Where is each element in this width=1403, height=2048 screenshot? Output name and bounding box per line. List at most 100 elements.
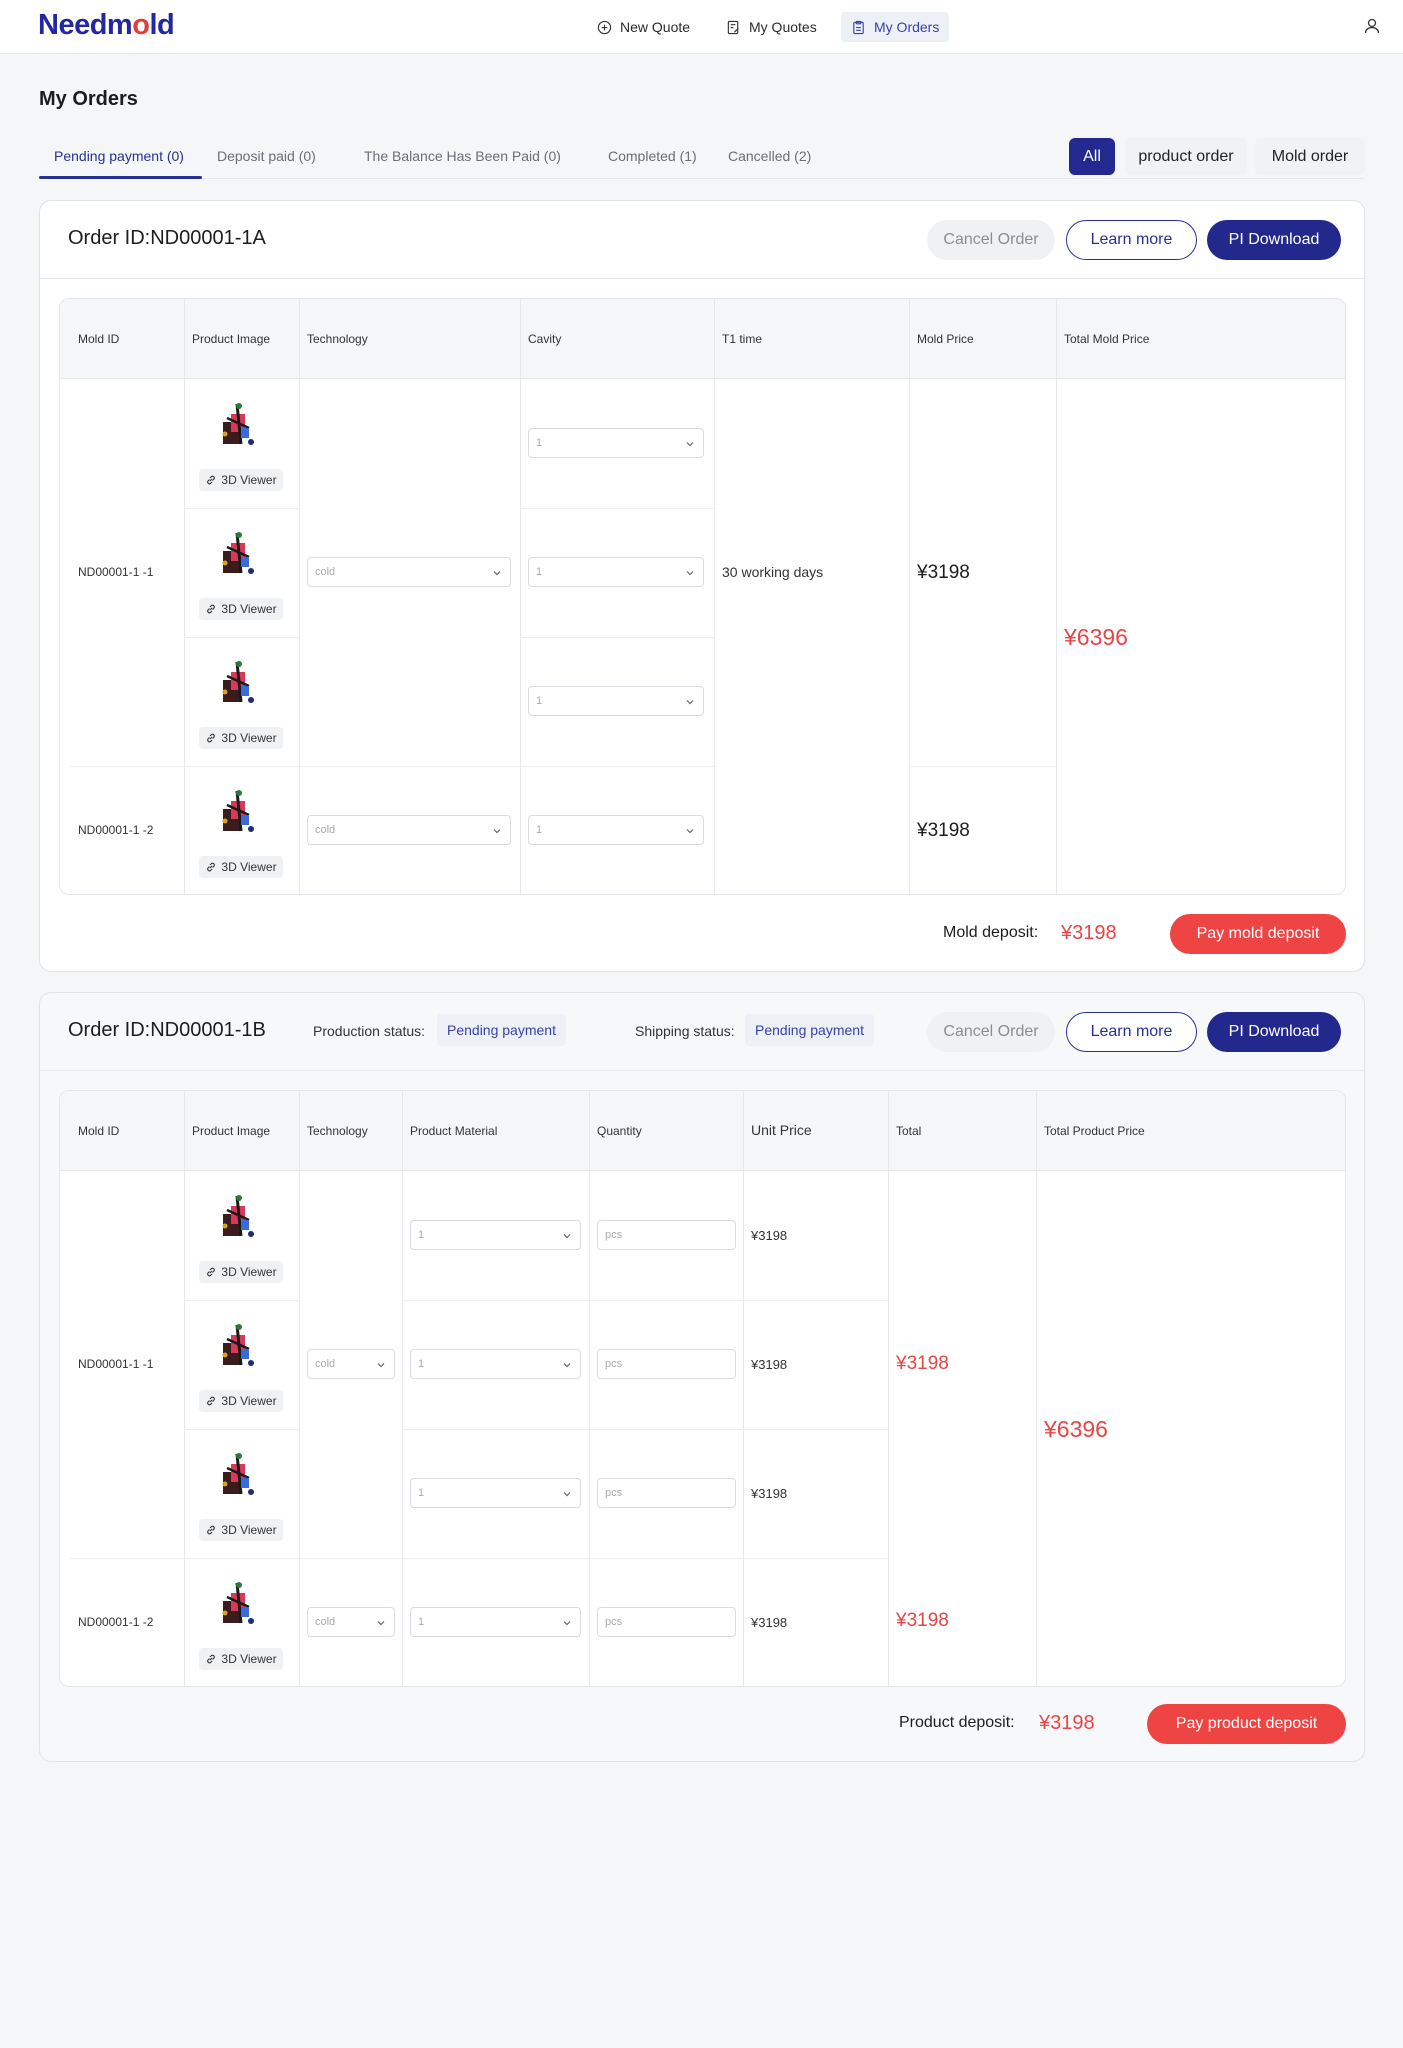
- technology-select[interactable]: cold: [307, 1607, 395, 1637]
- nav-my-quotes[interactable]: My Quotes: [716, 12, 827, 42]
- total-mold-price: ¥6396: [1064, 624, 1128, 650]
- col-product-material: Product Material: [410, 1124, 498, 1138]
- chevron-down-icon: [563, 1621, 571, 1626]
- unit-price: ¥3198: [751, 1615, 788, 1630]
- shipping-status-label: Shipping status:: [635, 1023, 735, 1039]
- nav-my-orders-label: My Orders: [874, 19, 940, 35]
- tab-completed[interactable]: Completed (1): [608, 148, 697, 164]
- cavity-select[interactable]: 1: [528, 815, 704, 845]
- chevron-down-icon: [686, 700, 694, 705]
- chevron-down-icon: [686, 571, 694, 576]
- order-id: Order ID:ND00001-1A: [68, 227, 266, 249]
- tab-balance-paid[interactable]: The Balance Has Been Paid (0): [364, 148, 561, 164]
- cancel-order-button[interactable]: Cancel Order: [927, 1012, 1055, 1052]
- pi-download-button[interactable]: PI Download: [1207, 1012, 1341, 1052]
- col-cavity: Cavity: [528, 332, 562, 346]
- technology-select[interactable]: cold: [307, 557, 511, 587]
- production-status-label: Production status:: [313, 1023, 426, 1039]
- 3d-viewer-button[interactable]: 3D Viewer: [199, 598, 283, 620]
- cavity-select[interactable]: 1: [528, 428, 704, 458]
- filter-product-order-button[interactable]: product order: [1125, 138, 1247, 175]
- table-header: Mold ID Product Image Technology Cavity …: [60, 299, 1345, 379]
- col-mold-id: Mold ID: [78, 1124, 120, 1138]
- pay-mold-deposit-button[interactable]: Pay mold deposit: [1170, 914, 1346, 954]
- 3d-viewer-button[interactable]: 3D Viewer: [199, 1519, 283, 1541]
- col-quantity: Quantity: [597, 1124, 642, 1138]
- chevron-down-icon: [563, 1234, 571, 1239]
- cavity-select[interactable]: 1: [528, 557, 704, 587]
- product-image: [217, 527, 261, 579]
- quantity-input[interactable]: pcs: [597, 1220, 736, 1250]
- col-unit-price: Unit Price: [751, 1122, 812, 1138]
- row-total: ¥3198: [896, 1353, 949, 1374]
- filter-all-button[interactable]: All: [1069, 138, 1115, 175]
- user-icon[interactable]: [1363, 17, 1381, 35]
- product-deposit-value: ¥3198: [1039, 1712, 1095, 1734]
- production-status-badge: Pending payment: [437, 1014, 566, 1046]
- col-mold-price: Mold Price: [917, 332, 974, 346]
- tab-cancelled[interactable]: Cancelled (2): [728, 148, 811, 164]
- chevron-down-icon: [563, 1363, 571, 1368]
- chevron-down-icon: [493, 829, 501, 834]
- 3d-viewer-button[interactable]: 3D Viewer: [199, 856, 283, 878]
- plus-circle-icon: [597, 20, 612, 34]
- mold-id: ND00001-1 -2: [78, 823, 154, 837]
- order-id: Order ID:ND00001-1B: [68, 1019, 266, 1041]
- 3d-viewer-button[interactable]: 3D Viewer: [199, 469, 283, 491]
- col-product-image: Product Image: [192, 332, 271, 346]
- order-header: Order ID:ND00001-1B Production status: P…: [40, 993, 1364, 1071]
- material-select[interactable]: 1: [410, 1478, 581, 1508]
- chevron-down-icon: [377, 1363, 385, 1368]
- link-icon: [207, 862, 216, 872]
- quantity-input[interactable]: pcs: [597, 1478, 736, 1508]
- tab-pending-payment[interactable]: Pending payment (0): [54, 148, 184, 164]
- link-icon: [207, 1525, 216, 1535]
- row-total: ¥3198: [896, 1610, 949, 1631]
- technology-select[interactable]: cold: [307, 1349, 395, 1379]
- link-icon: [207, 1267, 216, 1277]
- material-select[interactable]: 1: [410, 1220, 581, 1250]
- col-t1-time: T1 time: [722, 332, 763, 346]
- nav-new-quote-label: New Quote: [620, 19, 691, 35]
- quantity-input[interactable]: pcs: [597, 1607, 736, 1637]
- learn-more-button[interactable]: Learn more: [1066, 220, 1197, 260]
- unit-price: ¥3198: [751, 1357, 788, 1372]
- mold-id: ND00001-1 -1: [78, 565, 154, 579]
- cavity-select[interactable]: 1: [528, 686, 704, 716]
- page-title: My Orders: [39, 88, 138, 110]
- link-icon: [207, 604, 216, 614]
- pay-product-deposit-button[interactable]: Pay product deposit: [1147, 1704, 1346, 1744]
- filter-mold-order-button[interactable]: Mold order: [1255, 138, 1365, 175]
- logo[interactable]: Needmold: [38, 9, 175, 42]
- nav-my-quotes-label: My Quotes: [749, 19, 817, 35]
- product-image: [217, 1190, 261, 1242]
- chevron-down-icon: [686, 442, 694, 447]
- cancel-order-button[interactable]: Cancel Order: [927, 220, 1055, 260]
- nav-new-quote[interactable]: New Quote: [587, 12, 700, 42]
- product-deposit-label: Product deposit:: [899, 1714, 1015, 1731]
- 3d-viewer-button[interactable]: 3D Viewer: [199, 727, 283, 749]
- tab-deposit-paid[interactable]: Deposit paid (0): [217, 148, 316, 164]
- pi-download-button[interactable]: PI Download: [1207, 220, 1341, 260]
- 3d-viewer-button[interactable]: 3D Viewer: [199, 1390, 283, 1412]
- mold-id: ND00001-1 -2: [78, 1615, 154, 1629]
- material-select[interactable]: 1: [410, 1349, 581, 1379]
- 3d-viewer-button[interactable]: 3D Viewer: [199, 1648, 283, 1670]
- unit-price: ¥3198: [751, 1486, 788, 1501]
- top-bar: Needmold New Quote My Quotes My Orders: [0, 0, 1403, 54]
- tabs-divider: [39, 178, 1364, 179]
- product-image: [217, 1319, 261, 1371]
- total-product-price: ¥6396: [1044, 1416, 1108, 1442]
- nav-my-orders[interactable]: My Orders: [841, 12, 950, 42]
- material-select[interactable]: 1: [410, 1607, 581, 1637]
- link-icon: [207, 1396, 216, 1406]
- col-mold-id: Mold ID: [78, 332, 120, 346]
- technology-select[interactable]: cold: [307, 815, 511, 845]
- mold-price: ¥3198: [917, 820, 970, 841]
- learn-more-button[interactable]: Learn more: [1066, 1012, 1197, 1052]
- quantity-input[interactable]: pcs: [597, 1349, 736, 1379]
- product-image: [217, 1577, 261, 1629]
- 3d-viewer-button[interactable]: 3D Viewer: [199, 1261, 283, 1283]
- chevron-down-icon: [493, 571, 501, 576]
- product-image: [217, 398, 261, 450]
